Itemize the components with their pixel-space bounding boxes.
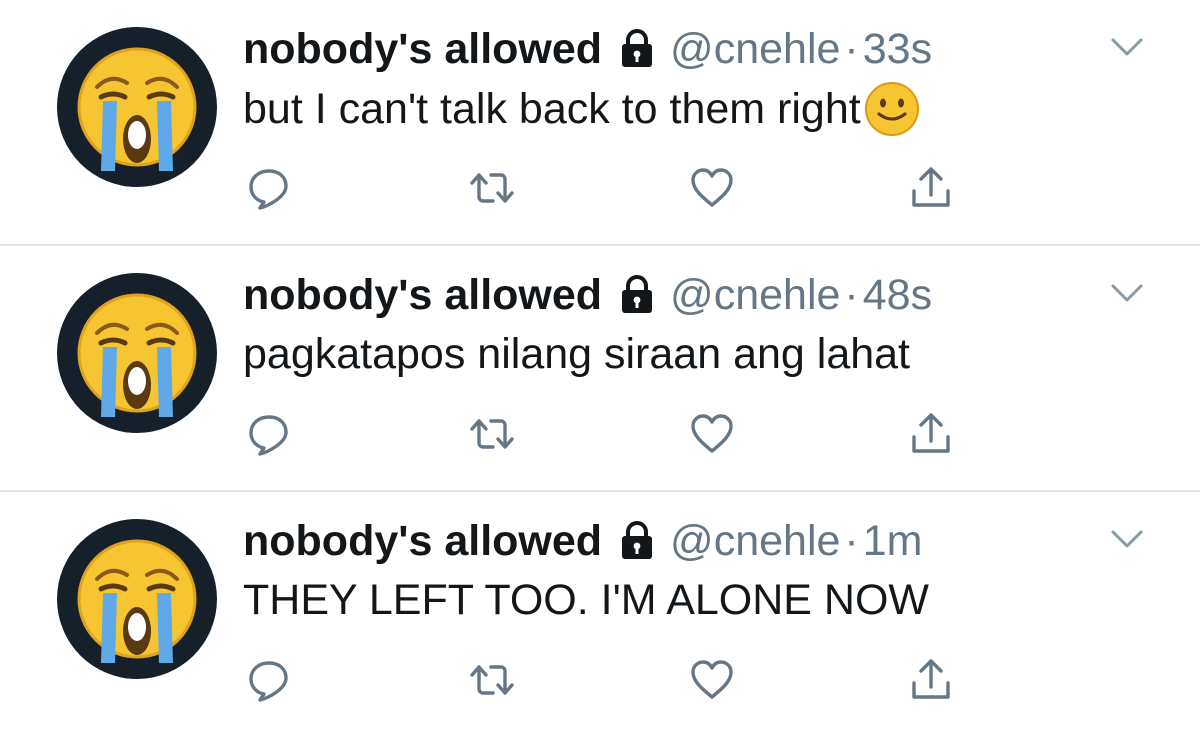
separator-dot: ·	[844, 271, 859, 319]
display-name[interactable]: nobody's allowed	[243, 272, 602, 318]
tweet-header: nobody's allowed @cnehle · 1m	[243, 518, 922, 564]
retweet-button[interactable]	[466, 163, 518, 213]
tweet-text: pagkatapos nilang siraan ang lahat	[243, 326, 910, 382]
chevron-down-icon[interactable]	[1110, 528, 1144, 550]
loudly-crying-face-icon	[73, 43, 201, 171]
like-button[interactable]	[686, 655, 738, 705]
separator-dot: ·	[844, 25, 859, 73]
like-button[interactable]	[686, 163, 738, 213]
share-icon	[908, 657, 954, 703]
reply-icon	[246, 657, 292, 703]
handle[interactable]: @cnehle	[670, 26, 840, 72]
display-name[interactable]: nobody's allowed	[243, 26, 602, 72]
heart-icon	[689, 165, 735, 211]
timestamp[interactable]: 33s	[863, 26, 932, 72]
handle[interactable]: @cnehle	[670, 272, 840, 318]
retweet-button[interactable]	[466, 655, 518, 705]
share-icon	[908, 165, 954, 211]
reply-icon	[246, 411, 292, 457]
tweet-text-content: THEY LEFT TOO. I'M ALONE NOW	[243, 576, 930, 624]
tweet-text-content: pagkatapos nilang siraan ang lahat	[243, 330, 911, 378]
lock-icon	[616, 520, 658, 562]
reply-button[interactable]	[243, 655, 295, 705]
tweet-actions	[0, 655, 1200, 705]
share-button[interactable]	[905, 409, 957, 459]
tweet-text-content: but I can't talk back to them right	[243, 85, 861, 133]
heart-icon	[689, 657, 735, 703]
timeline: nobody's allowed @cnehle · 33s but I can…	[0, 0, 1200, 741]
display-name[interactable]: nobody's allowed	[243, 518, 602, 564]
tweet[interactable]: nobody's allowed @cnehle · 48s pagkatapo…	[0, 246, 1200, 492]
tweet-actions	[0, 163, 1200, 213]
retweet-icon	[469, 657, 515, 703]
reply-button[interactable]	[243, 163, 295, 213]
chevron-down-icon[interactable]	[1110, 36, 1144, 58]
chevron-down-icon[interactable]	[1110, 282, 1144, 304]
share-button[interactable]	[905, 655, 957, 705]
tweet[interactable]: nobody's allowed @cnehle · 1m THEY LEFT …	[0, 492, 1200, 741]
tweet[interactable]: nobody's allowed @cnehle · 33s but I can…	[0, 0, 1200, 246]
slightly-smiling-face-icon	[863, 80, 921, 138]
tweet-text: THEY LEFT TOO. I'M ALONE NOW	[243, 572, 929, 628]
separator-dot: ·	[844, 517, 859, 565]
share-icon	[908, 411, 954, 457]
lock-icon	[616, 274, 658, 316]
retweet-button[interactable]	[466, 409, 518, 459]
timestamp[interactable]: 1m	[863, 518, 923, 564]
handle[interactable]: @cnehle	[670, 518, 840, 564]
tweet-header: nobody's allowed @cnehle · 48s	[243, 272, 932, 318]
share-button[interactable]	[905, 163, 957, 213]
like-button[interactable]	[686, 409, 738, 459]
reply-icon	[246, 165, 292, 211]
heart-icon	[689, 411, 735, 457]
retweet-icon	[469, 165, 515, 211]
tweet-header: nobody's allowed @cnehle · 33s	[243, 26, 932, 72]
loudly-crying-face-icon	[73, 289, 201, 417]
loudly-crying-face-icon	[73, 535, 201, 663]
tweet-actions	[0, 409, 1200, 459]
timestamp[interactable]: 48s	[863, 272, 932, 318]
reply-button[interactable]	[243, 409, 295, 459]
lock-icon	[616, 28, 658, 70]
retweet-icon	[469, 411, 515, 457]
tweet-text: but I can't talk back to them right	[243, 80, 921, 138]
